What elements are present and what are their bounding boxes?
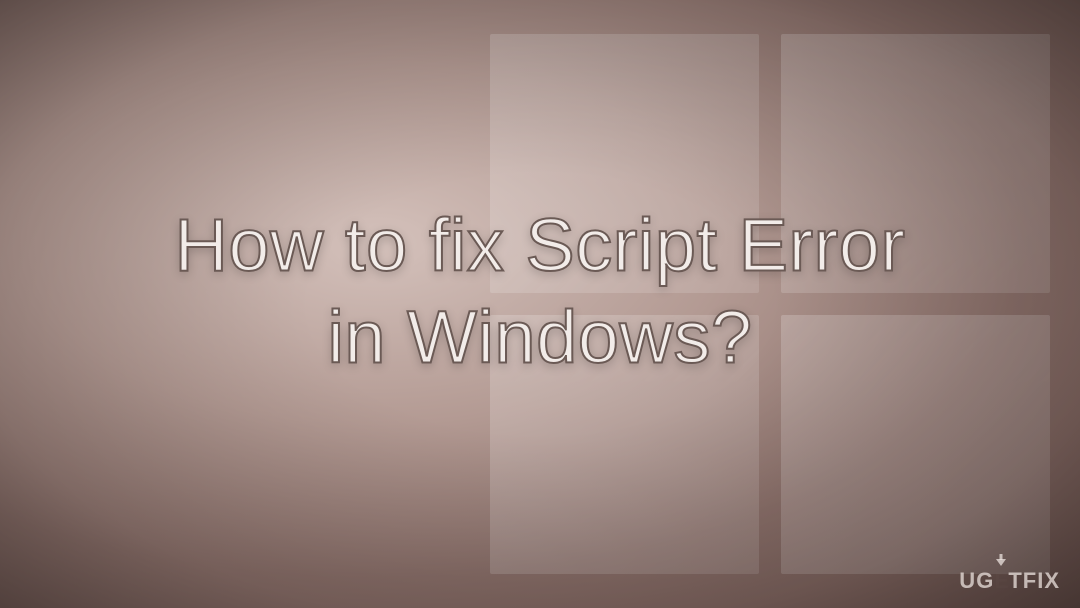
watermark-get: G E T — [976, 568, 1023, 594]
watermark-download-icon: E — [994, 568, 1008, 594]
watermark-g: G — [976, 568, 994, 594]
title-line-2: in Windows? — [327, 296, 752, 379]
watermark-u: U — [959, 568, 976, 594]
main-title: How to fix Script Error in Windows? — [65, 199, 1015, 384]
watermark-fix: FIX — [1023, 568, 1060, 594]
ugetfix-watermark: U G E T FIX — [959, 568, 1060, 594]
watermark-t: T — [1008, 568, 1022, 594]
title-line-1: How to fix Script Error — [174, 203, 905, 286]
